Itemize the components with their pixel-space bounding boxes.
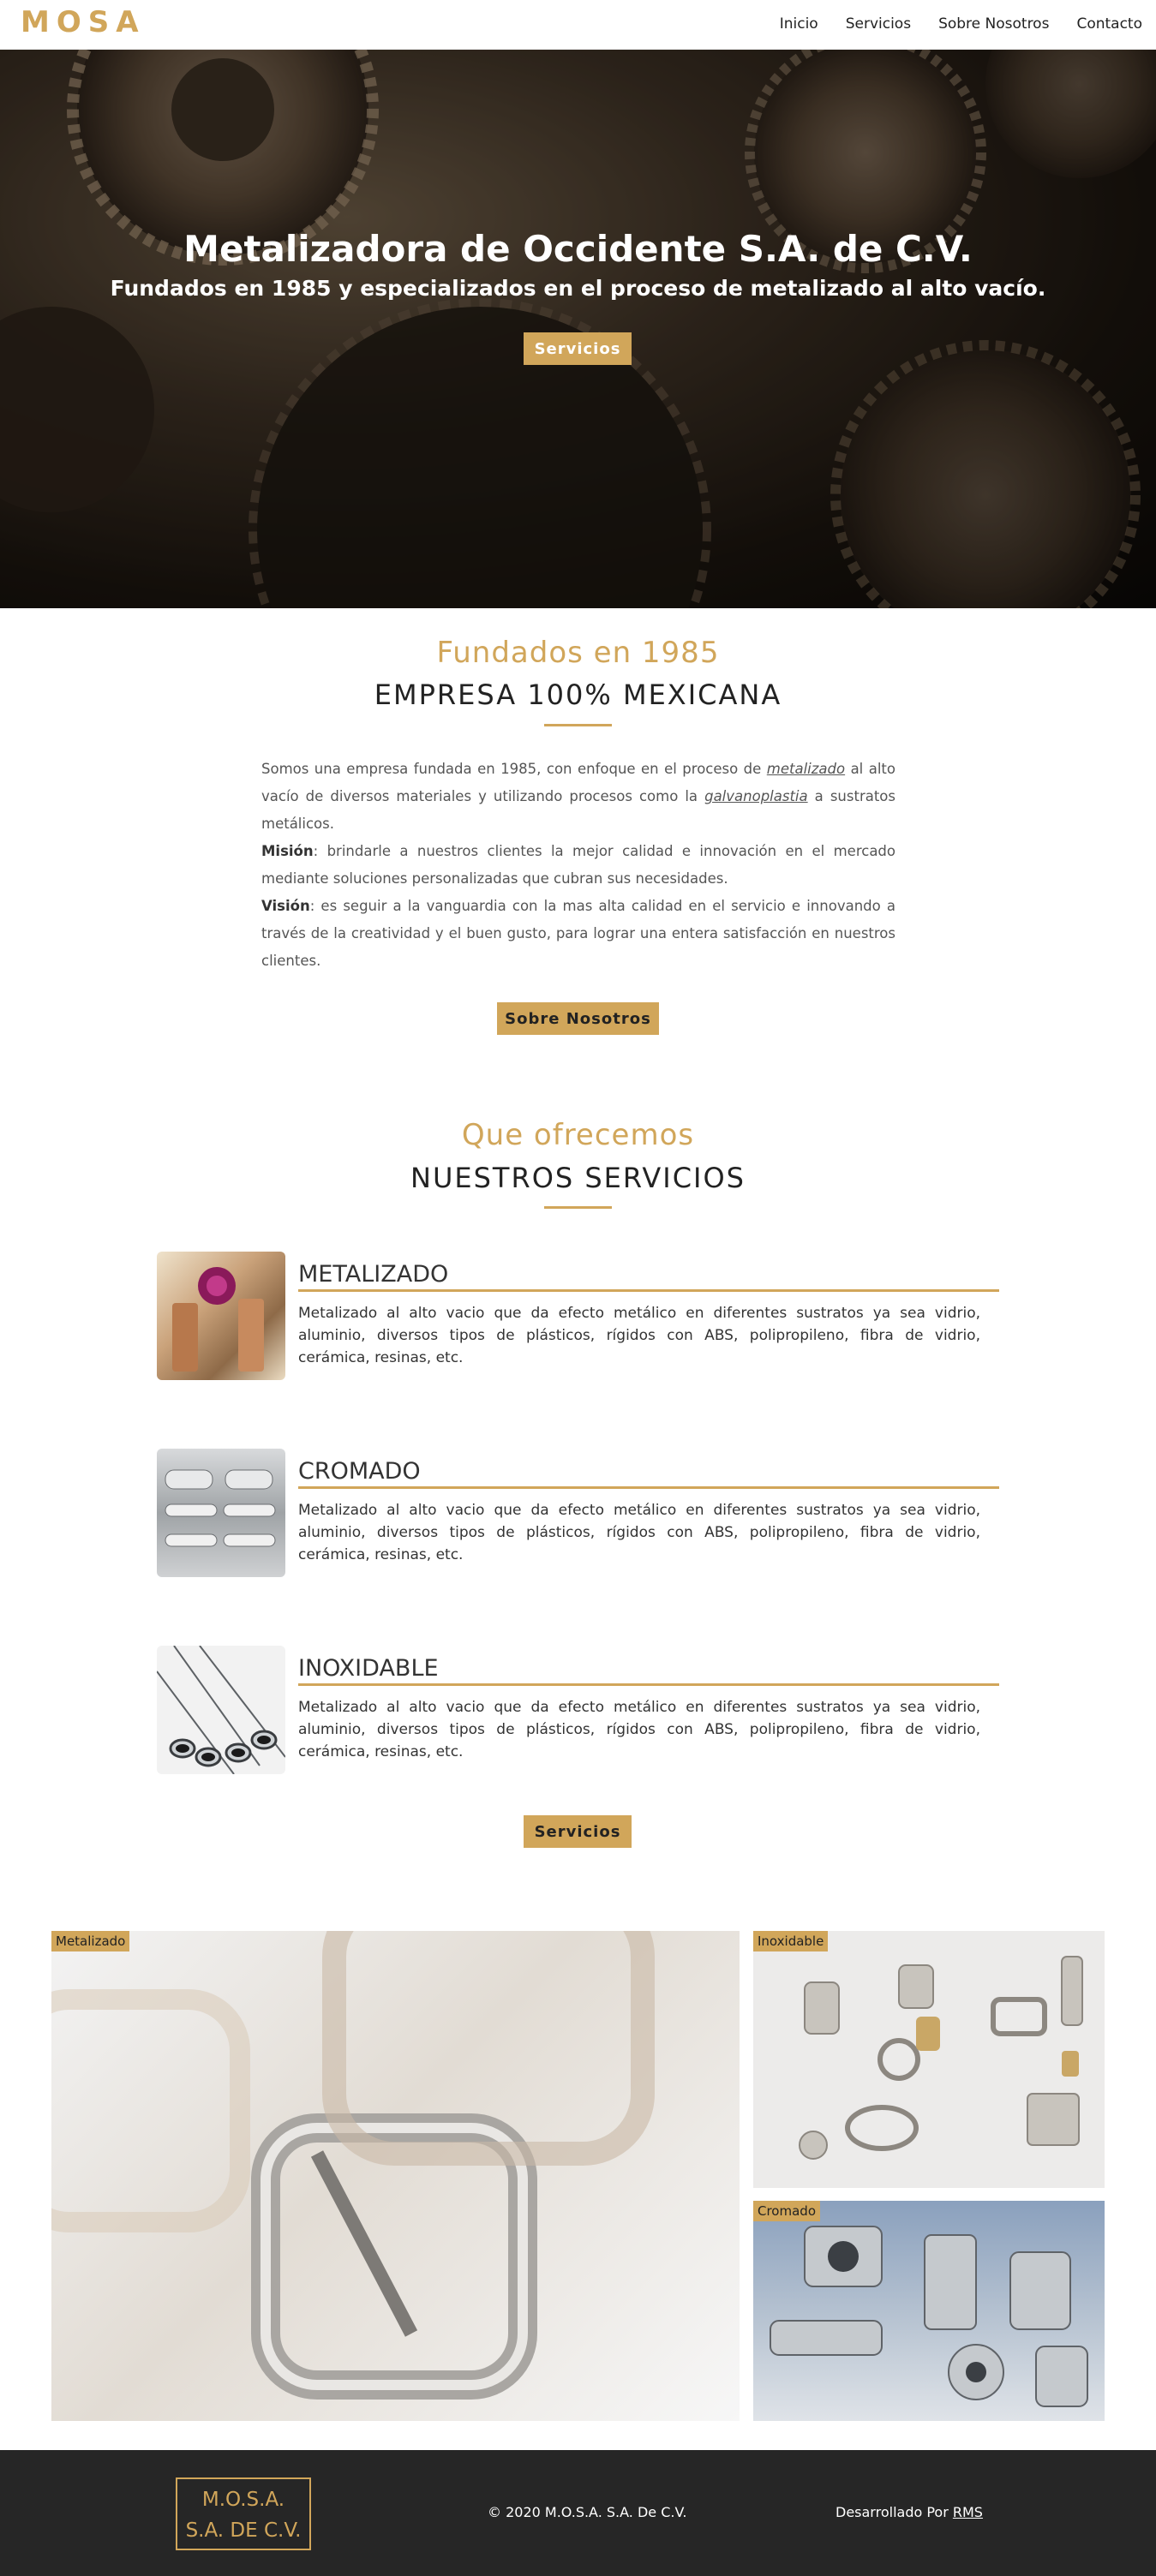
about-intro: Somos una empresa fundada en 1985, con e…	[261, 761, 896, 832]
gallery-tag-inoxidable: Inoxidable	[753, 1931, 829, 1951]
site-logo[interactable]: MOSA	[21, 5, 146, 39]
hero-title: Metalizadora de Occidente S.A. de C.V.	[183, 228, 973, 270]
galvanoplastia-link[interactable]: galvanoplastia	[704, 788, 808, 804]
gallery-tag-cromado: Cromado	[753, 2201, 820, 2221]
metalizado-thumbnail	[157, 1252, 285, 1380]
services-eyebrow: Que ofrecemos	[461, 1118, 695, 1152]
about-us-button[interactable]: Sobre Nosotros	[497, 1002, 659, 1035]
service-desc-metalizado: Metalizado al alto vacio que da efecto m…	[298, 1305, 980, 1366]
developer-link[interactable]: RMS	[953, 2504, 983, 2520]
gallery-cromado[interactable]: Cromado	[753, 2201, 1105, 2421]
inoxidable-thumbnail	[157, 1646, 285, 1774]
hero-services-button[interactable]: Servicios	[524, 332, 632, 365]
about-vision: Visión: es seguir a la vanguardia con la…	[261, 898, 895, 969]
navbar: MOSA Inicio Servicios Sobre Nosotros Con…	[0, 0, 1156, 50]
service-desc-cromado: Metalizado al alto vacio que da efecto m…	[298, 1502, 980, 1563]
about-eyebrow: Fundados en 1985	[436, 636, 720, 670]
service-title-cromado: CROMADO	[298, 1458, 999, 1489]
gallery-tag-metalizado: Metalizado	[51, 1931, 130, 1951]
services-heading: NUESTROS SERVICIOS	[410, 1162, 746, 1194]
services-button[interactable]: Servicios	[524, 1815, 632, 1848]
hero-section: Metalizadora de Occidente S.A. de C.V. F…	[0, 50, 1156, 608]
gallery-inoxidable[interactable]: Inoxidable	[753, 1931, 1105, 2188]
gallery-metalizado[interactable]: Metalizado	[51, 1931, 740, 2421]
services-divider	[544, 1206, 612, 1209]
footer-logo: M.O.S.A. S.A. DE C.V.	[176, 2477, 311, 2550]
main-nav: Inicio Servicios Sobre Nosotros Contacto	[780, 15, 1142, 33]
nav-link-contacto[interactable]: Contacto	[1076, 15, 1142, 33]
metalizado-link[interactable]: metalizado	[767, 761, 845, 777]
about-heading: EMPRESA 100% MEXICANA	[374, 678, 782, 711]
nav-link-sobre-nosotros[interactable]: Sobre Nosotros	[938, 15, 1049, 33]
nav-link-servicios[interactable]: Servicios	[846, 15, 911, 33]
nav-link-inicio[interactable]: Inicio	[780, 15, 818, 33]
footer-developer: Desarrollado Por RMS	[836, 2504, 983, 2520]
about-mission: Misión: brindarle a nuestros clientes la…	[261, 843, 895, 887]
footer-copyright: © 2020 M.O.S.A. S.A. De C.V.	[488, 2504, 687, 2520]
about-divider	[544, 724, 612, 726]
service-title-metalizado: METALIZADO	[298, 1261, 999, 1292]
footer: M.O.S.A. S.A. DE C.V. © 2020 M.O.S.A. S.…	[0, 2450, 1156, 2576]
hero-gears-image	[0, 50, 1156, 608]
cromado-thumbnail	[157, 1449, 285, 1577]
service-desc-inoxidable: Metalizado al alto vacio que da efecto m…	[298, 1699, 980, 1760]
hero-subtitle: Fundados en 1985 y especializados en el …	[110, 276, 1046, 301]
service-title-inoxidable: INOXIDABLE	[298, 1655, 999, 1686]
about-text: Somos una empresa fundada en 1985, con e…	[261, 756, 895, 975]
